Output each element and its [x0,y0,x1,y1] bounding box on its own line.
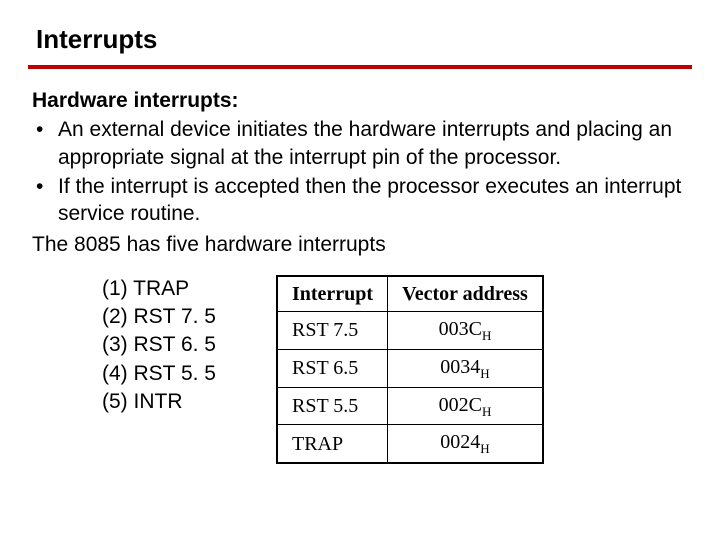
addr-sub: H [482,404,491,419]
enum-item: (2) RST 7. 5 [102,303,216,331]
table-row: RST 5.5 002CH [277,387,542,425]
cell-vector: 0024H [388,425,543,463]
content-block: Hardware interrupts: An external device … [28,87,692,464]
table-row: TRAP 0024H [277,425,542,463]
interrupt-enumeration: (1) TRAP (2) RST 7. 5 (3) RST 6. 5 (4) R… [102,275,216,417]
table-header-row: Interrupt Vector address [277,276,542,311]
cell-interrupt: RST 6.5 [277,349,387,387]
cell-vector: 0034H [388,349,543,387]
enum-item: (4) RST 5. 5 [102,360,216,388]
lower-row: (1) TRAP (2) RST 7. 5 (3) RST 6. 5 (4) R… [32,275,692,465]
addr-sub: H [480,441,489,456]
addr-value: 0034 [440,356,480,378]
subheading: Hardware interrupts: [32,87,692,114]
col-header-interrupt: Interrupt [277,276,387,311]
col-header-vector: Vector address [388,276,543,311]
bullet-list: An external device initiates the hardwar… [32,116,692,227]
vector-table-wrapper: Interrupt Vector address RST 7.5 003CH R… [276,275,544,465]
table-row: RST 6.5 0034H [277,349,542,387]
cell-interrupt: TRAP [277,425,387,463]
slide: Interrupts Hardware interrupts: An exter… [0,0,720,464]
cell-interrupt: RST 5.5 [277,387,387,425]
summary-line: The 8085 has five hardware interrupts [32,231,692,258]
enum-item: (3) RST 6. 5 [102,331,216,359]
addr-value: 002C [439,394,482,416]
enum-item: (1) TRAP [102,275,216,303]
cell-vector: 002CH [388,387,543,425]
addr-sub: H [480,366,489,381]
title-underline [28,65,692,69]
cell-interrupt: RST 7.5 [277,311,387,349]
vector-address-table: Interrupt Vector address RST 7.5 003CH R… [277,276,543,464]
enum-item: (5) INTR [102,388,216,416]
page-title: Interrupts [28,18,692,65]
bullet-item: An external device initiates the hardwar… [32,116,692,171]
table-row: RST 7.5 003CH [277,311,542,349]
addr-sub: H [482,328,491,343]
addr-value: 0024 [440,431,480,453]
cell-vector: 003CH [388,311,543,349]
addr-value: 003C [439,318,482,340]
bullet-item: If the interrupt is accepted then the pr… [32,173,692,228]
